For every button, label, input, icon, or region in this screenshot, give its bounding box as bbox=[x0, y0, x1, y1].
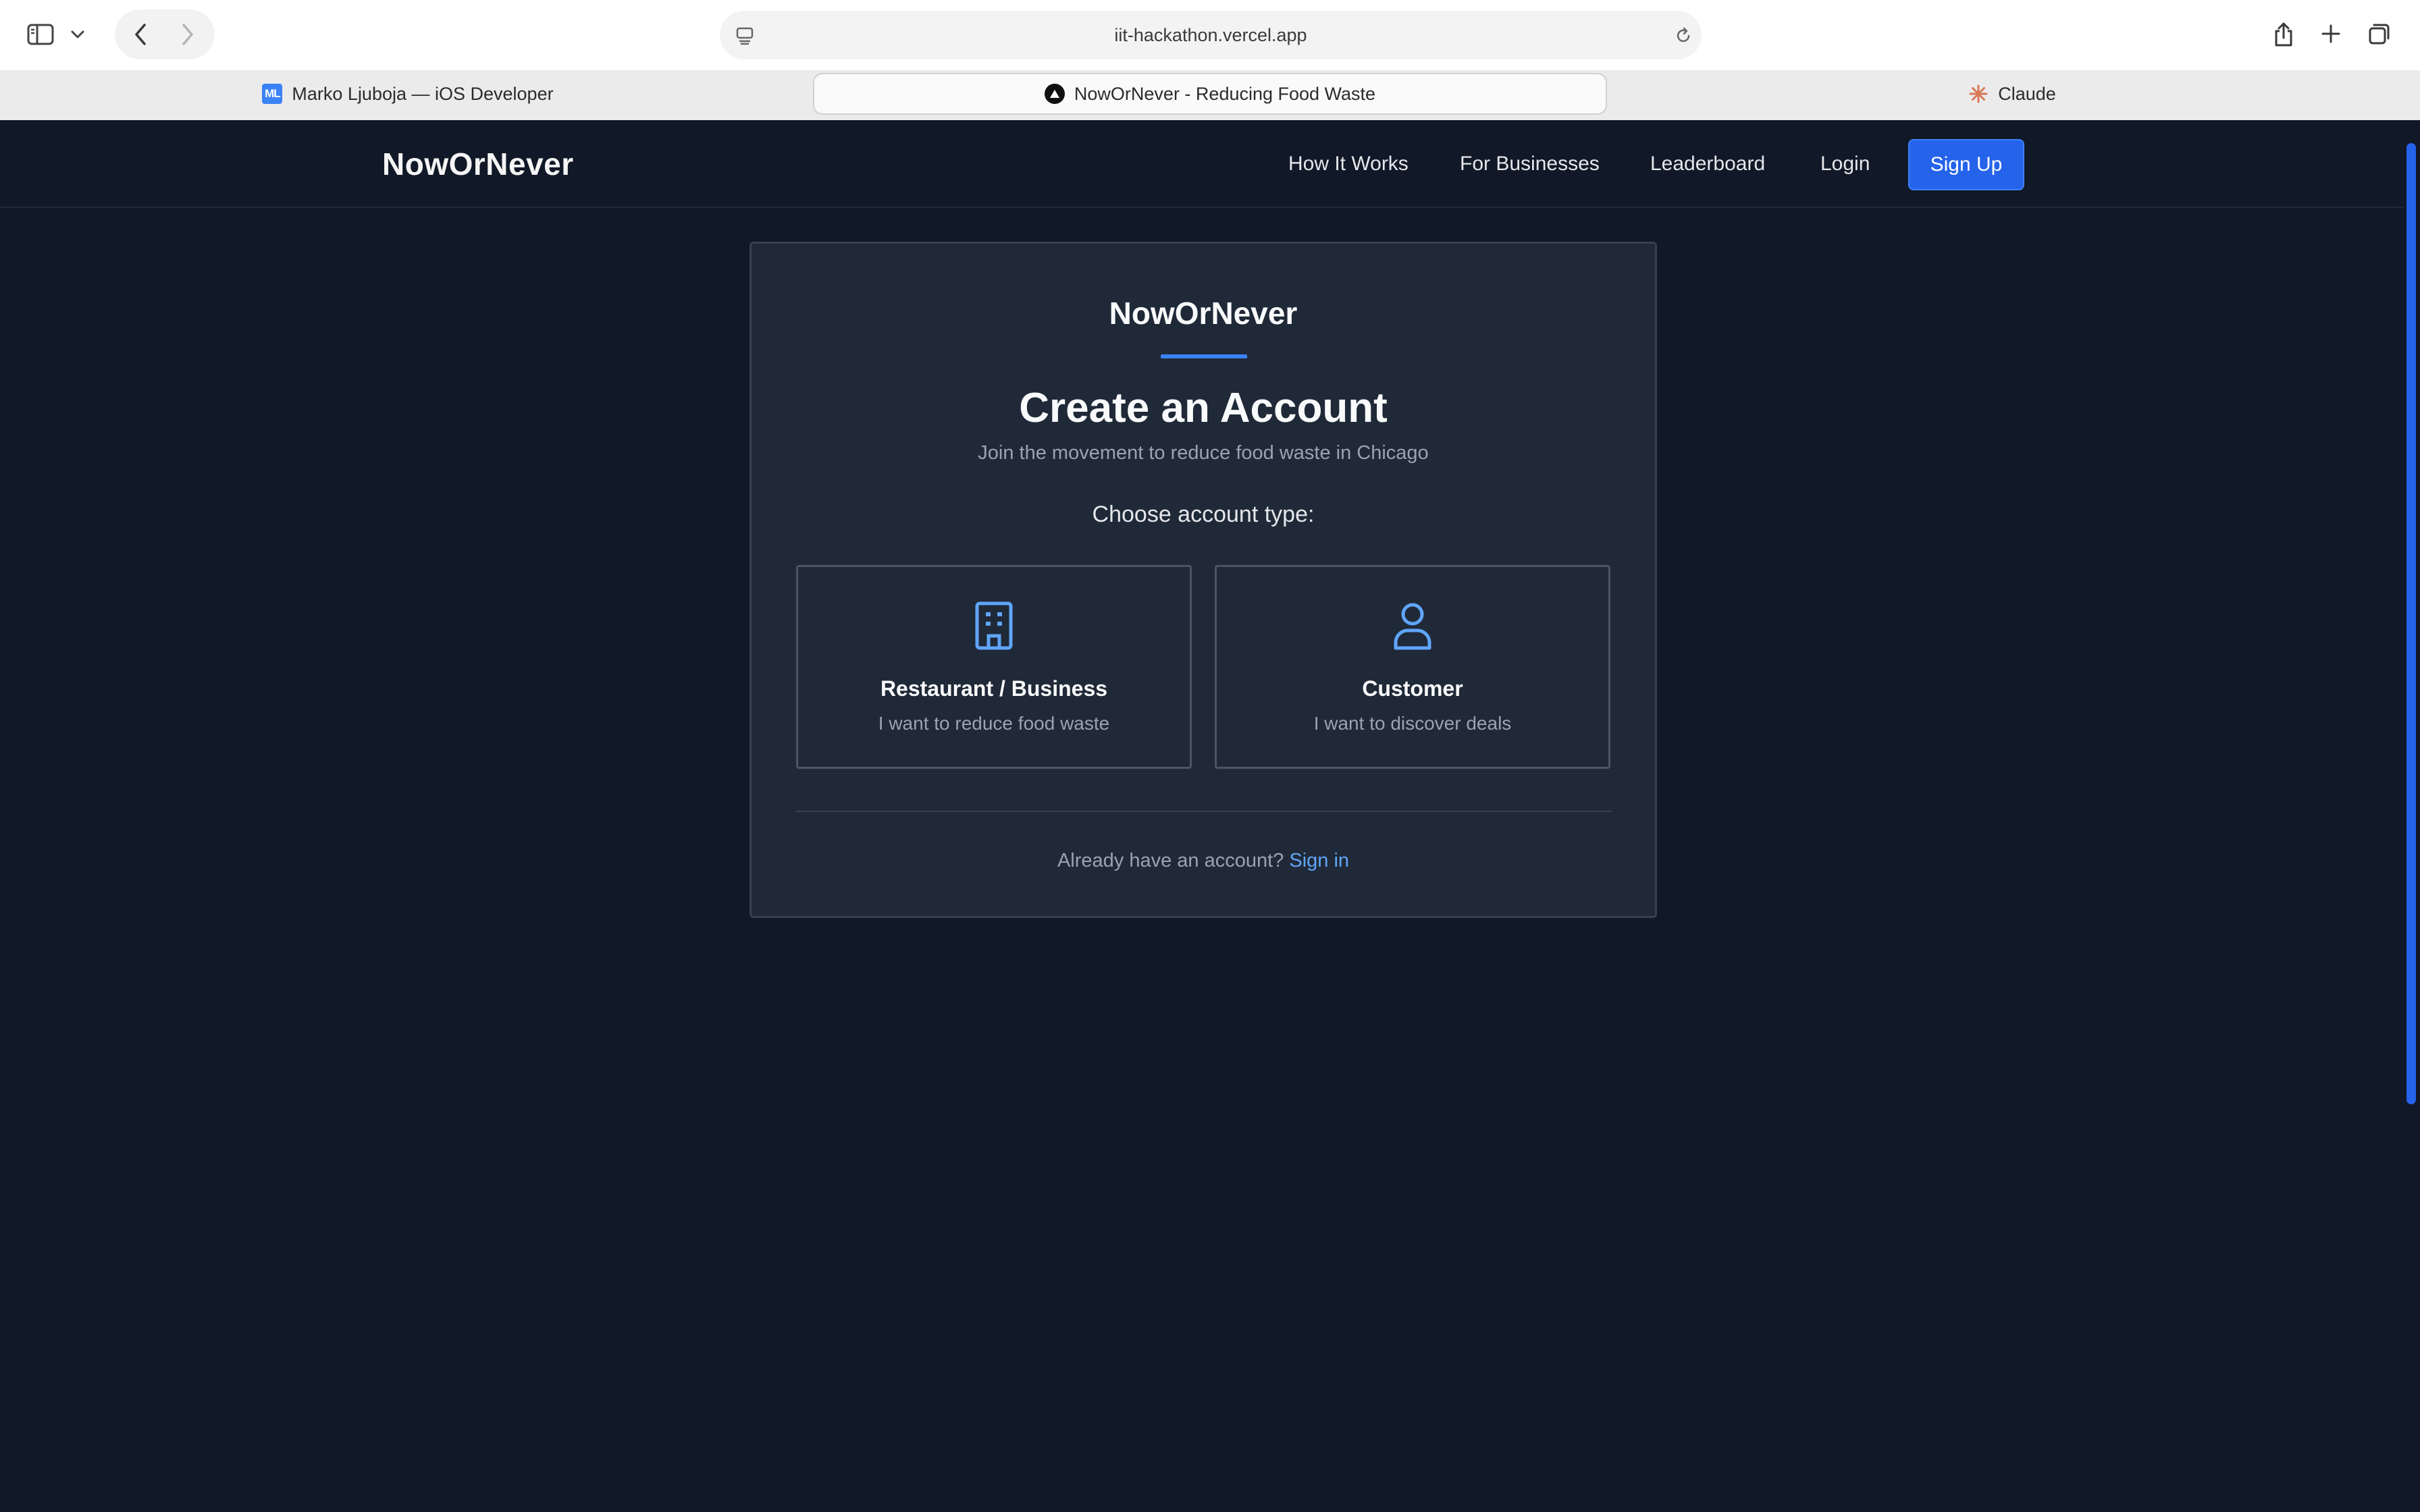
nav-leaderboard[interactable]: Leaderboard bbox=[1650, 120, 1765, 208]
browser-chrome: iit-hackathon.vercel.app ML Marko Ljuboj… bbox=[0, 0, 2420, 120]
tab-label: NowOrNever - Reducing Food Waste bbox=[1074, 83, 1376, 104]
vercel-triangle-icon bbox=[1044, 84, 1065, 104]
new-tab-icon[interactable] bbox=[2317, 20, 2344, 47]
option-description: I want to reduce food waste bbox=[878, 713, 1110, 734]
browser-toolbar: iit-hackathon.vercel.app bbox=[0, 0, 2420, 70]
nav-how-it-works[interactable]: How It Works bbox=[1288, 120, 1409, 208]
signin-prompt: Already have an account? Sign in bbox=[752, 850, 1655, 872]
signin-prompt-text: Already have an account? bbox=[1057, 850, 1284, 871]
signup-button[interactable]: Sign Up bbox=[1908, 139, 2024, 190]
divider bbox=[796, 811, 1612, 812]
scrollbar-thumb[interactable] bbox=[2406, 143, 2416, 1104]
forward-arrow-icon[interactable] bbox=[174, 20, 201, 49]
account-option-customer[interactable]: Customer I want to discover deals bbox=[1215, 565, 1610, 769]
tab-noworn[interactable]: NowOrNever - Reducing Food Waste bbox=[813, 73, 1607, 115]
back-arrow-icon[interactable] bbox=[127, 20, 154, 49]
page-title: Create an Account bbox=[1019, 385, 1388, 431]
account-option-business[interactable]: Restaurant / Business I want to reduce f… bbox=[796, 565, 1192, 769]
site-navbar: NowOrNever How It Works For Businesses L… bbox=[0, 120, 2420, 208]
url-text[interactable]: iit-hackathon.vercel.app bbox=[720, 11, 1702, 59]
accent-divider bbox=[1161, 354, 1247, 358]
signin-link[interactable]: Sign in bbox=[1289, 850, 1349, 871]
signup-card: NowOrNever Create an Account Join the mo… bbox=[749, 242, 1657, 918]
ml-favicon-icon: ML bbox=[262, 84, 283, 104]
nav-login[interactable]: Login bbox=[1820, 120, 1870, 208]
user-icon bbox=[1217, 601, 1608, 651]
card-logo: NowOrNever bbox=[1109, 296, 1298, 331]
tab-marko[interactable]: ML Marko Ljuboja — iOS Developer bbox=[11, 73, 805, 115]
address-bar[interactable]: iit-hackathon.vercel.app bbox=[720, 11, 1702, 59]
option-description: I want to discover deals bbox=[1313, 713, 1512, 734]
option-title: Customer bbox=[1362, 676, 1463, 701]
page: NowOrNever How It Works For Businesses L… bbox=[0, 120, 2420, 1512]
claude-sparkle-icon bbox=[1968, 84, 1989, 104]
tab-label: Claude bbox=[1998, 83, 2056, 104]
site-logo[interactable]: NowOrNever bbox=[382, 120, 574, 208]
chevron-down-icon[interactable] bbox=[68, 24, 88, 45]
tab-bar: ML Marko Ljuboja — iOS Developer NowOrNe… bbox=[0, 70, 2420, 120]
tab-overview-icon[interactable] bbox=[2366, 20, 2393, 47]
reload-icon[interactable] bbox=[1672, 24, 1695, 47]
account-type-label: Choose account type: bbox=[1092, 502, 1315, 527]
tab-claude[interactable]: Claude bbox=[1615, 73, 2409, 115]
page-subtitle: Join the movement to reduce food waste i… bbox=[978, 442, 1429, 464]
share-icon[interactable] bbox=[2270, 19, 2297, 50]
sidebar-toggle-icon[interactable] bbox=[24, 20, 57, 49]
option-title: Restaurant / Business bbox=[880, 676, 1108, 701]
tab-label: Marko Ljuboja — iOS Developer bbox=[292, 83, 554, 104]
nav-for-businesses[interactable]: For Businesses bbox=[1460, 120, 1600, 208]
building-icon bbox=[798, 601, 1190, 651]
